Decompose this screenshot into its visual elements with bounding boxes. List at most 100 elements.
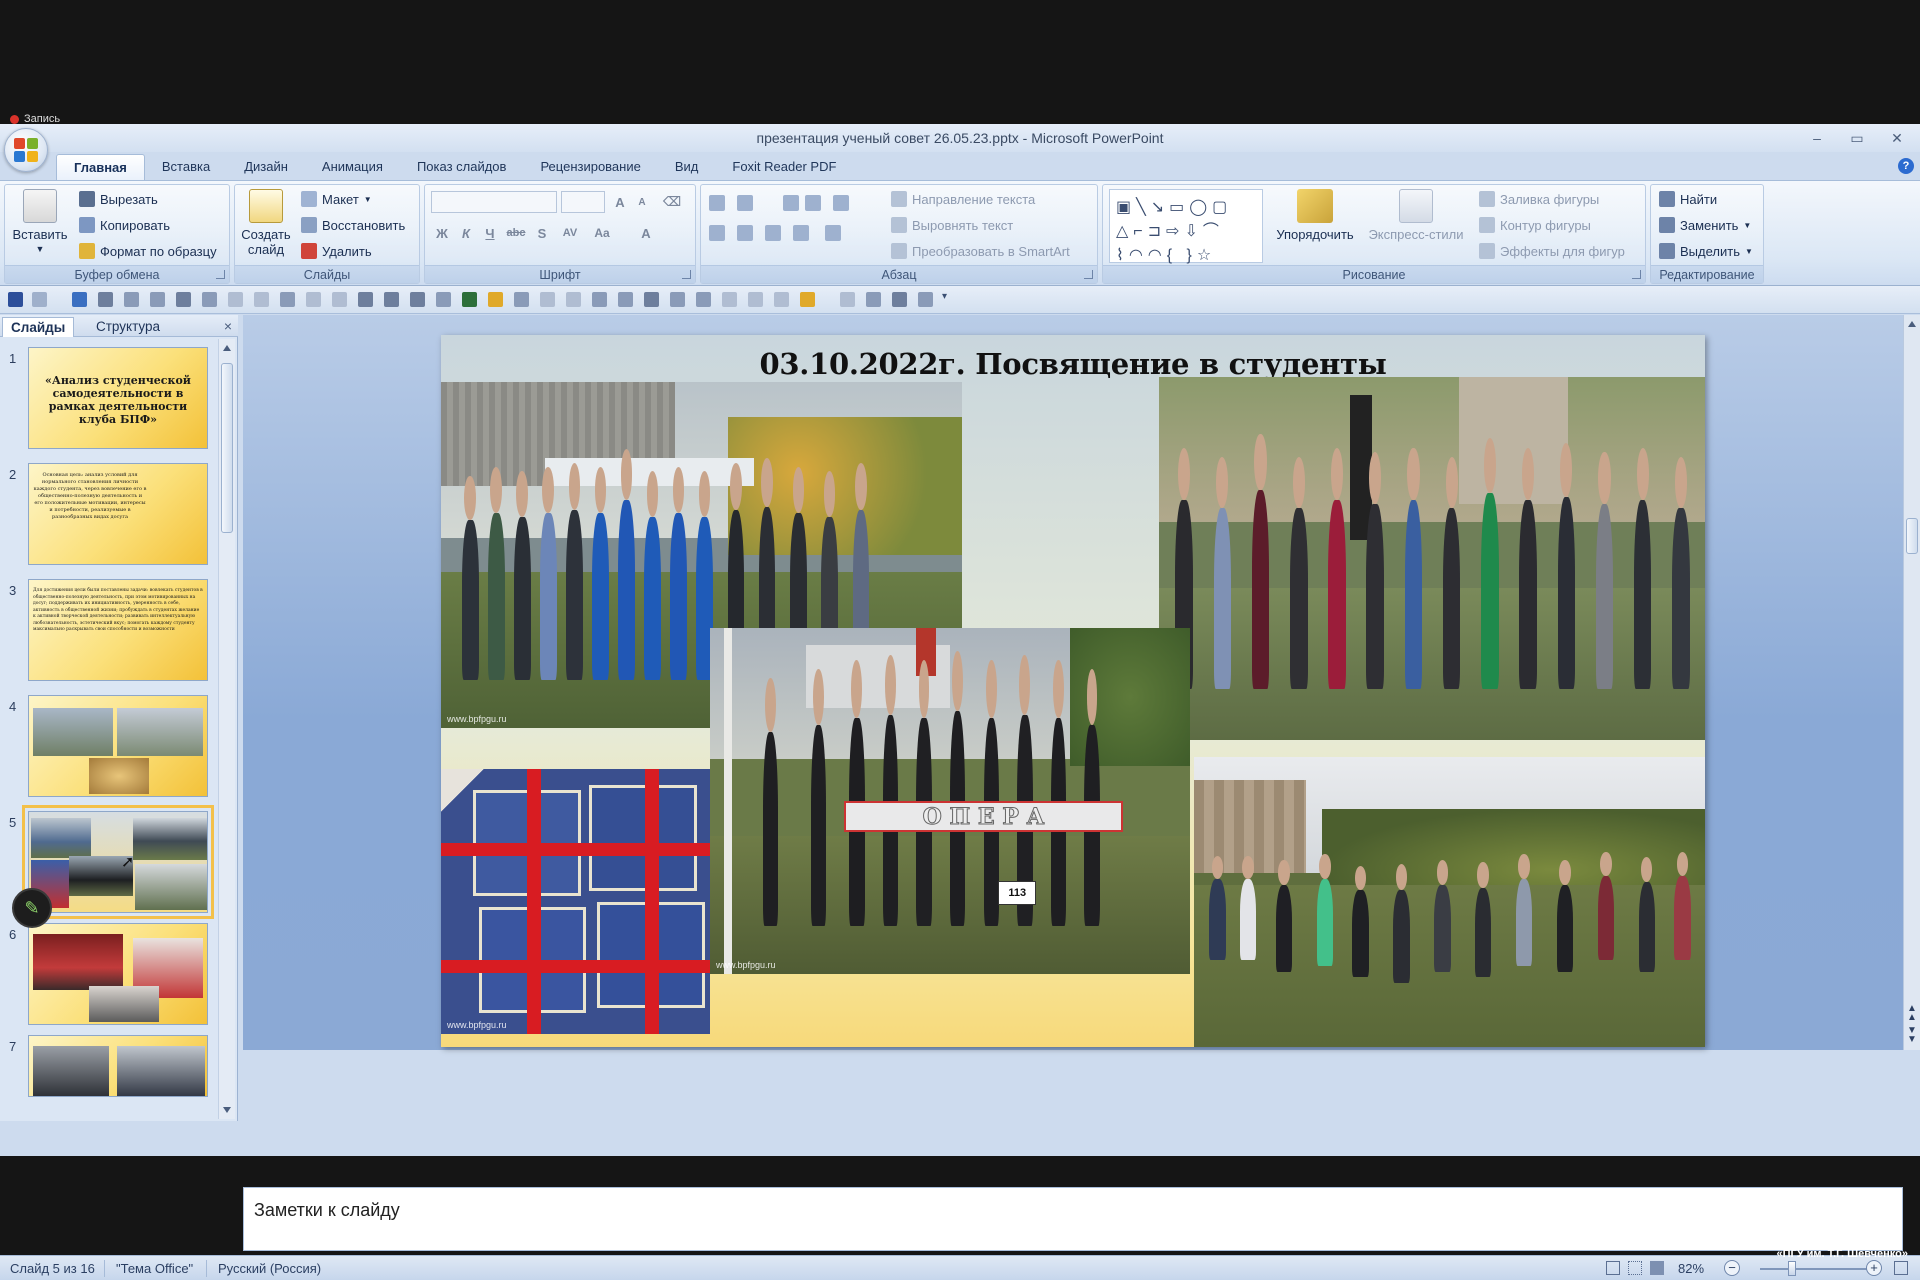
crop-icon[interactable] bbox=[202, 292, 217, 307]
italic-button[interactable]: К bbox=[455, 223, 477, 243]
scroll-down-icon[interactable] bbox=[223, 1107, 231, 1113]
font-color-button[interactable]: A bbox=[635, 223, 657, 243]
current-slide[interactable]: 03.10.2022г. Посвящение в студенты www.b… bbox=[441, 335, 1705, 1047]
arrange-button[interactable]: Упорядочить bbox=[1269, 189, 1361, 242]
textbox-icon[interactable] bbox=[358, 292, 373, 307]
edit-icon[interactable] bbox=[384, 292, 399, 307]
dialog-launcher-icon[interactable] bbox=[682, 270, 691, 279]
decrease-indent-icon[interactable] bbox=[783, 195, 799, 211]
align-right-icon[interactable] bbox=[765, 225, 781, 241]
rotate-icon[interactable] bbox=[592, 292, 607, 307]
slide-sorter-icon[interactable] bbox=[1628, 1261, 1642, 1275]
tab-animation[interactable]: Анимация bbox=[305, 154, 400, 180]
photo-gift-books[interactable]: www.bpfpgu.ru bbox=[441, 769, 710, 1034]
dialog-launcher-icon[interactable] bbox=[216, 270, 225, 279]
bullets-icon[interactable] bbox=[709, 195, 725, 211]
photo-team-opera[interactable]: О П Е Р А 113 www.bpfpgu.ru bbox=[710, 628, 1190, 974]
align-objects-icon[interactable] bbox=[514, 292, 529, 307]
font-size-select[interactable] bbox=[561, 191, 605, 213]
find-button[interactable]: Найти bbox=[1659, 191, 1717, 207]
scroll-up-icon[interactable] bbox=[1908, 321, 1916, 327]
slideshow-view-icon[interactable] bbox=[1650, 1261, 1664, 1275]
shapes-gallery[interactable]: ▣╲↘▭◯▢ △⌐⊐⇨⇩⌒ ⌇◠◠{ }☆ bbox=[1109, 189, 1263, 264]
bold-button[interactable]: Ж bbox=[431, 223, 453, 243]
smartart-button[interactable]: Преобразовать в SmartArt bbox=[891, 243, 1070, 259]
scroll-up-icon[interactable] bbox=[223, 345, 231, 351]
delete-slide-button[interactable]: Удалить bbox=[301, 243, 372, 259]
shape-fill-button[interactable]: Заливка фигуры bbox=[1479, 191, 1599, 207]
strikethrough-button[interactable]: abc bbox=[505, 223, 527, 243]
office-button[interactable] bbox=[4, 128, 48, 172]
new-slide-button[interactable]: Создать слайд bbox=[237, 189, 295, 257]
tab-slideshow[interactable]: Показ слайдов bbox=[400, 154, 524, 180]
replace-button[interactable]: Заменить ▼ bbox=[1659, 217, 1751, 233]
arrange-qat-icon[interactable] bbox=[840, 292, 855, 307]
previous-slide-icon[interactable]: ▲ ▲ bbox=[1907, 1004, 1917, 1023]
change-case-button[interactable]: Aa bbox=[591, 223, 613, 243]
image-tools-icon[interactable] bbox=[892, 292, 907, 307]
zoom-level[interactable]: 82% bbox=[1678, 1261, 1704, 1276]
slide-thumbnail-6[interactable] bbox=[28, 923, 208, 1025]
undo-icon[interactable] bbox=[32, 292, 47, 307]
hyperlink-icon[interactable] bbox=[410, 292, 425, 307]
open-folder-icon[interactable] bbox=[488, 292, 503, 307]
tab-view[interactable]: Вид bbox=[658, 154, 716, 180]
align-left-icon[interactable] bbox=[709, 225, 725, 241]
close-button[interactable]: ✕ bbox=[1880, 128, 1914, 148]
slide-thumbnail-5[interactable]: ➚ bbox=[22, 805, 214, 919]
cut-button[interactable]: Вырезать bbox=[79, 191, 158, 207]
tab-slides[interactable]: Слайды bbox=[2, 317, 75, 337]
panel-scrollbar[interactable] bbox=[218, 339, 235, 1119]
layout-button[interactable]: Макет ▼ bbox=[301, 191, 372, 207]
chart-icon[interactable] bbox=[280, 292, 295, 307]
tab-home[interactable]: Главная bbox=[56, 154, 145, 180]
group-icon[interactable] bbox=[306, 292, 321, 307]
next-slide-icon[interactable]: ▼ ▼ bbox=[1907, 1026, 1917, 1045]
numbering-icon[interactable] bbox=[737, 195, 753, 211]
tab-insert[interactable]: Вставка bbox=[145, 154, 227, 180]
increase-indent-icon[interactable] bbox=[805, 195, 821, 211]
language[interactable]: Русский (Россия) bbox=[218, 1261, 321, 1276]
save-icon[interactable] bbox=[8, 292, 23, 307]
justify-icon[interactable] bbox=[793, 225, 809, 241]
scroll-thumb[interactable] bbox=[1906, 518, 1918, 554]
shape-effects-button[interactable]: Эффекты для фигур bbox=[1479, 243, 1625, 259]
slide-thumbnail-2[interactable]: Основная цель: анализ условий для нормал… bbox=[28, 463, 208, 565]
recolor-icon[interactable] bbox=[866, 292, 881, 307]
zoom-icon[interactable] bbox=[644, 292, 659, 307]
align-text-button[interactable]: Выровнять текст bbox=[891, 217, 1013, 233]
zoom-in-button[interactable]: + bbox=[1866, 1260, 1882, 1276]
close-panel-icon[interactable]: × bbox=[224, 318, 232, 334]
slide-thumbnail-4[interactable] bbox=[28, 695, 208, 797]
table-icon[interactable] bbox=[254, 292, 269, 307]
columns-icon[interactable] bbox=[825, 225, 841, 241]
zoom-slider-track[interactable] bbox=[1760, 1268, 1868, 1270]
spelling-icon[interactable] bbox=[462, 292, 477, 307]
tab-design[interactable]: Дизайн bbox=[227, 154, 305, 180]
restore-button[interactable]: ▭ bbox=[1840, 128, 1874, 148]
slide-thumbnail-1[interactable]: «Анализ студенческой самодеятельности в … bbox=[28, 347, 208, 449]
line-spacing-icon[interactable] bbox=[833, 195, 849, 211]
select-button[interactable]: Выделить ▼ bbox=[1659, 243, 1753, 259]
slide-thumbnail-3[interactable]: Для достижения цели были поставлены зада… bbox=[28, 579, 208, 681]
zoom-out-button[interactable]: − bbox=[1724, 1260, 1740, 1276]
editor-scrollbar[interactable]: ▲ ▲ ▼ ▼ bbox=[1903, 315, 1920, 1050]
shape-icon[interactable] bbox=[228, 292, 243, 307]
grow-font-button[interactable]: A bbox=[609, 192, 631, 212]
normal-view-icon[interactable] bbox=[1606, 1261, 1620, 1275]
shape-outline-button[interactable]: Контур фигуры bbox=[1479, 217, 1591, 233]
text-direction-button[interactable]: Направление текста bbox=[891, 191, 1035, 207]
dialog-launcher-icon[interactable] bbox=[1084, 270, 1093, 279]
bring-forward-icon[interactable] bbox=[540, 292, 555, 307]
slide-title[interactable]: 03.10.2022г. Посвящение в студенты bbox=[441, 347, 1705, 381]
duplicate-icon[interactable] bbox=[722, 292, 737, 307]
fit-to-window-icon[interactable] bbox=[1894, 1261, 1908, 1275]
folder-icon[interactable] bbox=[800, 292, 815, 307]
scroll-thumb[interactable] bbox=[221, 363, 233, 533]
customize-toolbar-icon[interactable]: ▾ bbox=[942, 291, 947, 302]
picture-icon[interactable] bbox=[176, 292, 191, 307]
slide-thumbnail-7[interactable] bbox=[28, 1035, 208, 1097]
zoom-slider-knob[interactable] bbox=[1788, 1261, 1796, 1276]
ruler-icon[interactable] bbox=[696, 292, 711, 307]
minimize-button[interactable]: – bbox=[1800, 128, 1834, 148]
